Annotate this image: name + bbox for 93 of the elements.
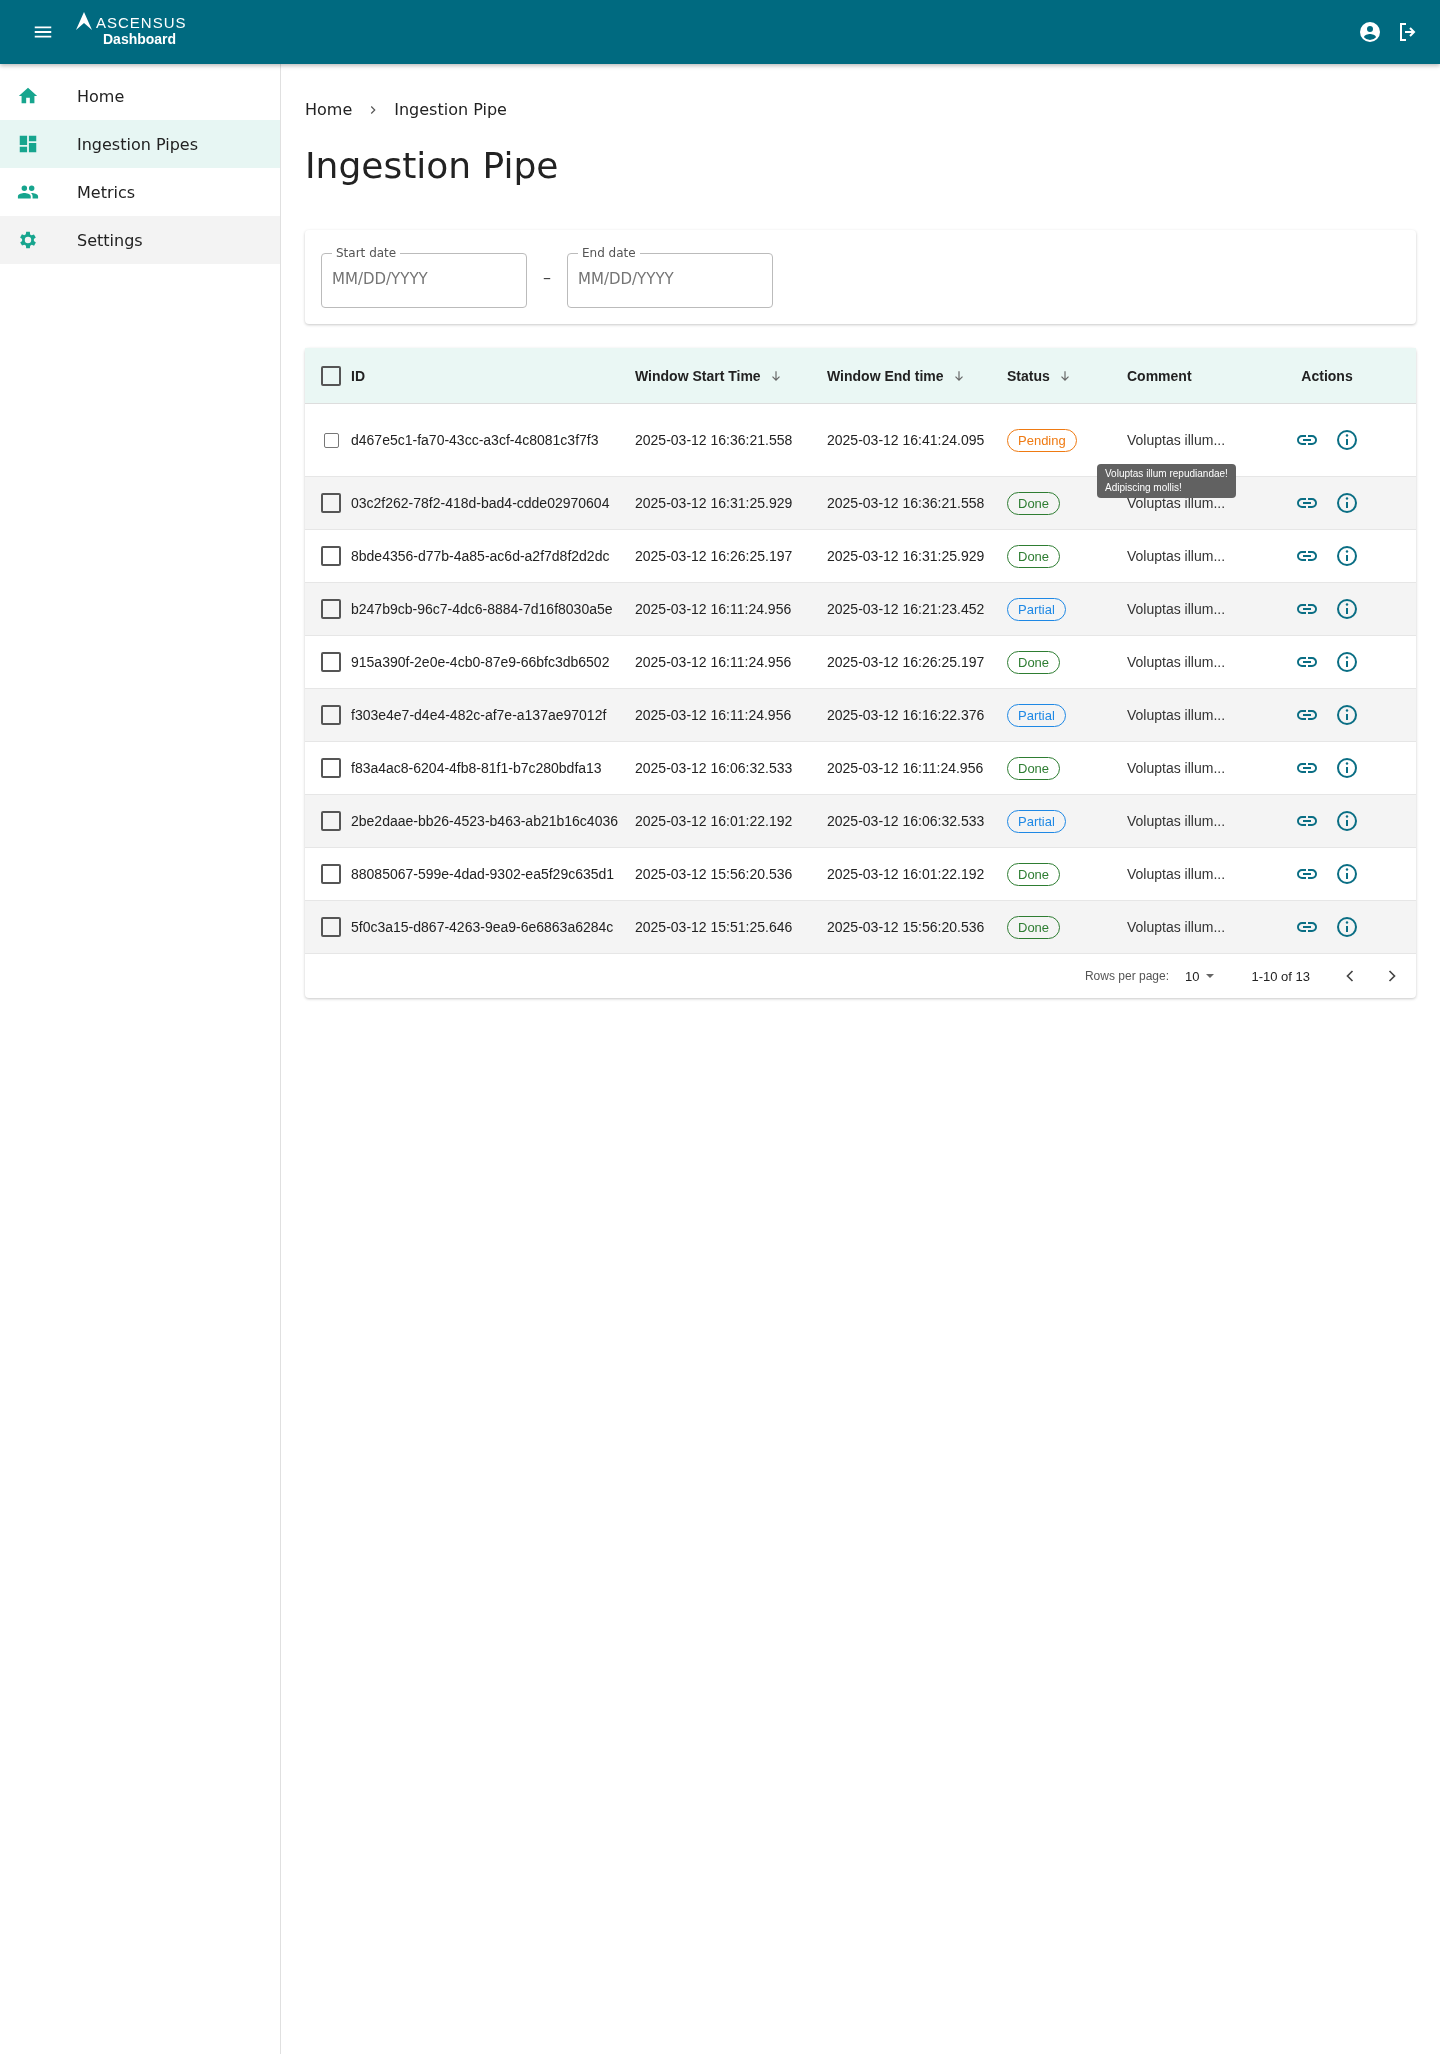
table-cell: 2025-03-12 16:06:32.533 <box>635 760 793 776</box>
table-cell: 2025-03-12 15:56:20.536 <box>827 919 985 935</box>
table-cell: 03c2f262-78f2-418d-bad4-cdde02970604 <box>351 495 610 511</box>
info-icon[interactable] <box>1335 491 1359 515</box>
table-cell: 2025-03-12 16:16:22.376 <box>827 707 985 723</box>
date-separator: – <box>543 267 551 287</box>
table-cell: 2025-03-12 16:41:24.095 <box>827 432 985 448</box>
table-cell: 2025-03-12 15:56:20.536 <box>635 866 793 882</box>
start-date-field[interactable]: Start date MM/DD/YYYY <box>321 246 527 308</box>
table-cell: 2025-03-12 16:36:21.558 <box>827 495 985 511</box>
tooltip-text: Voluptas illum repudiandae! <box>1105 467 1228 481</box>
table-cell: Voluptas illum... <box>1127 654 1226 670</box>
row-checkbox[interactable] <box>321 705 341 725</box>
table-cell: 2025-03-12 16:11:24.956 <box>827 760 984 776</box>
sidebar-item[interactable]: Settings <box>0 216 280 264</box>
table-cell: f83a4ac8-6204-4fb8-81f1-b7c280bdfa13 <box>351 760 602 776</box>
table-cell: 2025-03-12 16:11:24.956 <box>635 654 792 670</box>
info-icon[interactable] <box>1335 544 1359 568</box>
app-title: Dashboard <box>103 31 178 47</box>
caret-icon <box>1205 973 1216 979</box>
sidebar-item[interactable]: Ingestion Pipes <box>0 120 280 168</box>
info-icon[interactable] <box>1335 597 1359 621</box>
table-cell: 915a390f-2e0e-4cb0-87e9-66bfc3db6502 <box>351 654 610 670</box>
info-icon[interactable] <box>1335 809 1359 833</box>
column-header[interactable]: ID <box>351 367 365 384</box>
row-checkbox[interactable] <box>321 758 341 778</box>
table-cell: Voluptas illum... <box>1127 495 1226 511</box>
table-cell: 2025-03-12 16:21:23.452 <box>827 601 985 617</box>
info-icon[interactable] <box>1335 428 1359 452</box>
row-checkbox[interactable] <box>323 432 339 448</box>
tooltip-text: Adipiscing mollis! <box>1105 481 1183 495</box>
table-cell: 2025-03-12 16:36:21.558 <box>635 432 793 448</box>
table-cell: Voluptas illum... <box>1127 813 1226 829</box>
row-checkbox[interactable] <box>321 599 341 619</box>
info-icon[interactable] <box>1335 650 1359 674</box>
table-cell: Voluptas illum... <box>1127 548 1226 564</box>
table-cell: 88085067-599e-4dad-9302-ea5f29c635d1 <box>351 866 615 882</box>
table-cell: b247b9cb-96c7-4dc6-8884-7d16f8030a5e <box>351 601 613 617</box>
info-icon[interactable] <box>1335 703 1359 727</box>
end-date-field[interactable]: End date MM/DD/YYYY <box>567 246 773 308</box>
sidebar-item[interactable]: Home <box>0 72 280 120</box>
column-header[interactable]: Window End time <box>827 367 966 384</box>
table-cell: Voluptas illum... <box>1127 760 1226 776</box>
breadcrumb-link[interactable]: Ingestion Pipe <box>394 100 507 119</box>
table-cell: f303e4e7-d4e4-482c-af7e-a137ae97012f <box>351 707 607 723</box>
date-input[interactable]: MM/DD/YYYY <box>578 270 758 288</box>
table-cell: 2025-03-12 16:11:24.956 <box>635 601 792 617</box>
table-cell: 2025-03-12 16:11:24.956 <box>635 707 792 723</box>
column-header[interactable]: Comment <box>1127 367 1192 384</box>
table-cell: Voluptas illum... <box>1127 919 1226 935</box>
table-cell: Voluptas illum... <box>1127 601 1226 617</box>
column-header[interactable]: Status <box>1007 367 1072 384</box>
rows-per-page-select[interactable]: 10 <box>1179 967 1222 985</box>
row-checkbox[interactable] <box>321 864 341 884</box>
table-cell: 2025-03-12 16:06:32.533 <box>827 813 985 829</box>
account-icon[interactable] <box>1358 20 1382 44</box>
table-cell: 2025-03-12 16:26:25.197 <box>827 654 985 670</box>
table-cell: 5f0c3a15-d867-4263-9ea9-6e6863a6284c <box>351 919 614 935</box>
select-all-checkbox[interactable] <box>321 365 341 386</box>
info-icon[interactable] <box>1335 915 1359 939</box>
field-label: End date <box>581 246 637 260</box>
sidebar-item[interactable]: Metrics <box>0 168 280 216</box>
table-cell: 2025-03-12 16:01:22.192 <box>635 813 793 829</box>
row-checkbox[interactable] <box>321 652 341 672</box>
settings-icon <box>17 229 39 251</box>
brand-name: ASCENSUS <box>96 14 187 31</box>
table-cell: 2025-03-12 16:31:25.929 <box>827 548 985 564</box>
breadcrumb-link[interactable]: Home <box>305 100 353 119</box>
row-checkbox[interactable] <box>321 917 341 937</box>
table-cell: d467e5c1-fa70-43cc-a3cf-4c8081c3f7f3 <box>351 432 599 448</box>
dashboard-icon <box>17 133 39 155</box>
table-cell: Voluptas illum... <box>1127 866 1226 882</box>
row-checkbox[interactable] <box>321 546 341 566</box>
field-label: Start date <box>335 246 398 260</box>
table-cell: 8bde4356-d77b-4a85-ac6d-a2f7d8f2d2dc <box>351 548 610 564</box>
column-header[interactable]: Actions <box>1301 367 1353 384</box>
column-header[interactable]: Window Start Time <box>635 367 783 384</box>
table-cell: 2025-03-12 16:31:25.929 <box>635 495 793 511</box>
table-cell: 2be2daae-bb26-4523-b463-ab21b16c4036 <box>351 813 619 829</box>
page-title: Ingestion Pipe <box>305 145 560 186</box>
row-checkbox[interactable] <box>321 811 341 831</box>
table-cell: 2025-03-12 15:51:25.646 <box>635 919 793 935</box>
rows-per-page-label: Rows per page: <box>1084 969 1169 983</box>
table-cell: Voluptas illum... <box>1127 707 1226 723</box>
table-cell: Voluptas illum... <box>1127 432 1226 448</box>
info-icon[interactable] <box>1335 756 1359 780</box>
page-range: 1-10 of 13 <box>1251 968 1310 984</box>
info-icon[interactable] <box>1335 862 1359 886</box>
row-checkbox[interactable] <box>321 493 341 513</box>
logo-icon <box>74 11 94 31</box>
table-cell: 2025-03-12 16:01:22.192 <box>827 866 985 882</box>
table-cell: 2025-03-12 16:26:25.197 <box>635 548 793 564</box>
date-input[interactable]: MM/DD/YYYY <box>332 270 512 288</box>
